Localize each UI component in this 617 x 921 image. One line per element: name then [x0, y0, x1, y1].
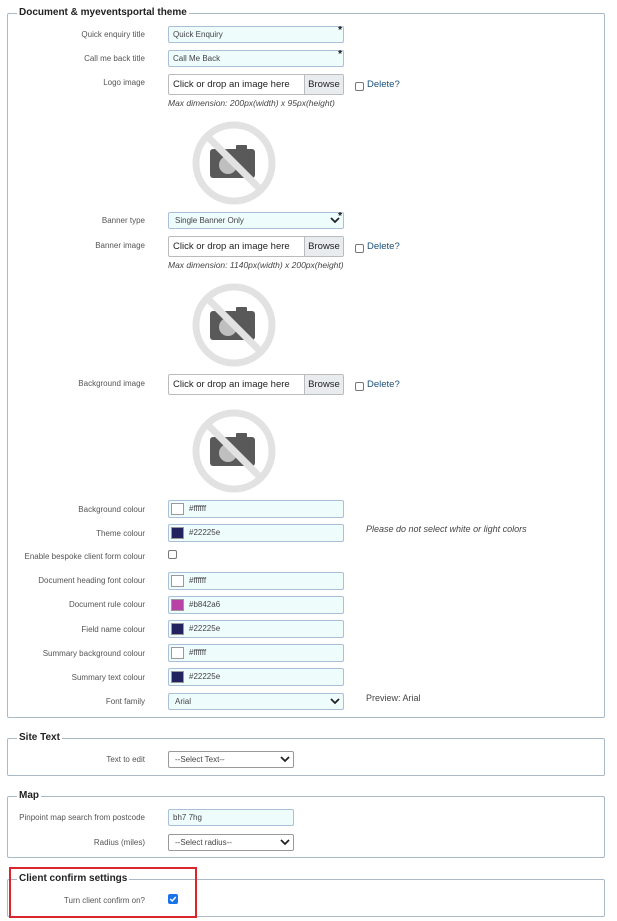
logo-image-delete-checkbox[interactable]	[355, 82, 364, 91]
colour-swatch[interactable]	[171, 503, 184, 515]
banner-image-drop-text: Click or drop an image here	[173, 241, 290, 252]
background-image-delete-label: Delete?	[367, 379, 400, 390]
colour-swatch[interactable]	[171, 647, 184, 659]
colour-swatch[interactable]	[171, 671, 184, 683]
background-colour-value: #ffffff	[189, 504, 207, 513]
banner-type-value: Single Banner Only	[175, 216, 244, 225]
summary-background-colour-label: Summary background colour	[42, 649, 145, 658]
logo-image-dropzone[interactable]: Click or drop an image here Browse	[168, 74, 344, 95]
logo-image-drop-text: Click or drop an image here	[173, 79, 290, 90]
document-heading-font-colour-picker[interactable]: #ffffff	[168, 572, 344, 590]
text-to-edit-select[interactable]: --Select Text--	[168, 751, 294, 768]
document-heading-font-colour-value: #ffffff	[189, 576, 207, 585]
background-colour-picker[interactable]: #ffffff	[168, 500, 344, 518]
document-heading-font-colour-label: Document heading font colour	[38, 576, 145, 585]
background-colour-label: Background colour	[78, 505, 145, 514]
background-image-drop-text: Click or drop an image here	[173, 379, 290, 390]
theme-colour-picker[interactable]: #22225e	[168, 524, 344, 542]
summary-text-colour-value: #22225e	[189, 672, 221, 681]
theme-colour-label: Theme colour	[96, 529, 145, 538]
banner-image-delete-checkbox[interactable]	[355, 244, 364, 253]
background-image-delete-checkbox[interactable]	[355, 382, 364, 391]
text-to-edit-value: --Select Text--	[175, 755, 225, 764]
logo-image-label: Logo image	[103, 78, 145, 87]
radius-value: --Select radius--	[175, 838, 232, 847]
colour-swatch[interactable]	[171, 575, 184, 587]
background-image-label: Background image	[78, 379, 145, 388]
colour-swatch[interactable]	[171, 527, 184, 539]
map-legend: Map	[17, 789, 41, 803]
banner-image-delete-label: Delete?	[367, 241, 400, 252]
bespoke-colour-label: Enable bespoke client form colour	[24, 552, 145, 561]
quick-enquiry-title-label: Quick enquiry title	[81, 30, 145, 39]
banner-image-dropzone[interactable]: Click or drop an image here Browse	[168, 236, 344, 257]
font-preview: Preview: Arial	[366, 693, 421, 703]
banner-type-select[interactable]: Single Banner Only *	[168, 211, 344, 229]
radius-select[interactable]: --Select radius--	[168, 834, 294, 851]
colour-swatch[interactable]	[171, 599, 184, 611]
background-image-dropzone[interactable]: Click or drop an image here Browse	[168, 374, 344, 395]
field-name-colour-value: #22225e	[189, 624, 221, 633]
highlight-box	[9, 867, 197, 918]
logo-image-browse-button[interactable]: Browse	[304, 75, 343, 94]
quick-enquiry-title-value: Quick Enquiry	[173, 30, 223, 39]
no-image-icon	[192, 121, 276, 205]
banner-image-browse-button[interactable]: Browse	[304, 237, 343, 256]
field-name-colour-picker[interactable]: #22225e	[168, 620, 344, 638]
required-mark: *	[338, 49, 342, 60]
summary-text-colour-label: Summary text colour	[71, 673, 145, 682]
no-image-icon	[192, 283, 276, 367]
call-me-back-title-input[interactable]: Call Me Back *	[168, 49, 344, 67]
field-name-colour-label: Field name colour	[81, 625, 145, 634]
logo-image-hint: Max dimension: 200px(width) x 95px(heigh…	[168, 98, 335, 108]
bespoke-colour-checkbox[interactable]	[168, 550, 177, 559]
logo-image-delete-label: Delete?	[367, 79, 400, 90]
call-me-back-title-label: Call me back title	[84, 54, 145, 63]
no-image-icon	[192, 409, 276, 493]
document-rule-colour-picker[interactable]: #b842a6	[168, 596, 344, 614]
banner-type-label: Banner type	[101, 216, 145, 225]
call-me-back-title-value: Call Me Back	[173, 54, 221, 63]
summary-text-colour-picker[interactable]: #22225e	[168, 668, 344, 686]
font-family-label: Font family	[105, 697, 145, 706]
radius-label: Radius (miles)	[93, 838, 145, 847]
chevron-down-icon	[280, 839, 290, 846]
required-mark: *	[338, 211, 342, 222]
banner-image-label: Banner image	[95, 241, 145, 250]
document-rule-colour-value: #b842a6	[189, 600, 221, 609]
text-to-edit-label: Text to edit	[106, 755, 145, 764]
postcode-input[interactable]: bh7 7hg	[168, 809, 294, 826]
colour-swatch[interactable]	[171, 623, 184, 635]
chevron-down-icon	[280, 756, 290, 763]
site-text-legend: Site Text	[17, 731, 62, 745]
background-image-browse-button[interactable]: Browse	[304, 375, 343, 394]
font-family-select[interactable]: Arial	[168, 693, 344, 710]
theme-legend: Document & myeventsportal theme	[17, 6, 189, 20]
theme-colour-note: Please do not select white or light colo…	[366, 524, 527, 534]
required-mark: *	[338, 25, 342, 36]
theme-colour-value: #22225e	[189, 528, 221, 537]
banner-image-hint: Max dimension: 1140px(width) x 200px(hei…	[168, 260, 344, 270]
font-family-value: Arial	[175, 697, 192, 706]
quick-enquiry-title-input[interactable]: Quick Enquiry *	[168, 25, 344, 43]
summary-background-colour-picker[interactable]: #ffffff	[168, 644, 344, 662]
chevron-down-icon	[330, 698, 340, 705]
summary-background-colour-value: #ffffff	[189, 648, 207, 657]
document-rule-colour-label: Document rule colour	[68, 600, 145, 609]
postcode-value: bh7 7hg	[173, 813, 202, 822]
postcode-label: Pinpoint map search from postcode	[19, 813, 145, 822]
